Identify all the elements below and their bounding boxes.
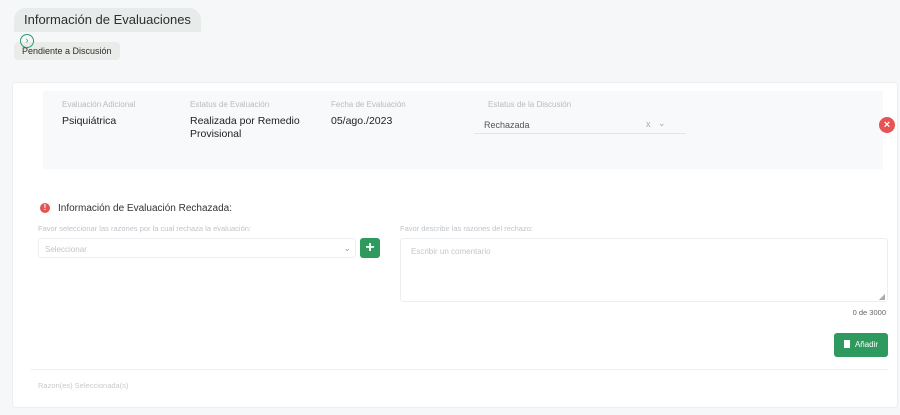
clear-icon[interactable]: x [646,119,651,129]
resize-handle-icon[interactable]: ◢ [879,292,885,301]
add-reason-button[interactable]: + [360,238,380,258]
document-icon [843,340,850,348]
page-title: Información de Evaluaciones [14,8,201,32]
evaluation-date-field: Fecha de Evaluación 05/ago./2023 [331,100,406,128]
field-label: Evaluación Adicional [62,100,136,109]
add-button-label: Añadir [854,340,879,349]
discussion-status-field: Estatus de la Discusión [488,100,571,109]
evaluation-status-field: Estatus de Evaluación Realizada por Reme… [190,100,320,141]
plus-icon: + [365,239,375,256]
divider [30,369,888,370]
alert-icon: ! [40,203,50,213]
field-value: Realizada por Remedio Provisional [190,115,300,140]
selected-reasons-label: Razon(es) Seleccionada(s) [38,381,129,390]
field-label: Fecha de Evaluación [331,100,406,109]
description-label: Favor describir las razones del rechazo: [400,224,533,233]
field-value: Psiquiátrica [62,115,117,127]
select-value: Rechazada [484,120,530,130]
description-textarea[interactable]: Escribir un comentario ◢ [400,238,888,302]
remove-circle-icon[interactable]: × [879,117,895,133]
additional-evaluation-field: Evaluación Adicional Psiquiátrica [62,100,135,128]
chevron-down-icon[interactable]: ⌄ [343,243,351,254]
expand-circle-icon[interactable]: › [20,34,34,48]
char-counter: 0 de 3000 [852,308,886,317]
reason-label: Favor seleccionar las razones por la cua… [38,224,252,233]
rejected-section-title: Información de Evaluación Rechazada: [58,203,232,214]
reason-select[interactable]: Seleccionar ⌄ [38,238,356,258]
description-placeholder: Escribir un comentario [411,247,491,256]
field-value: 05/ago./2023 [331,115,393,127]
field-label: Estatus de Evaluación [190,100,270,109]
evaluation-summary-row [43,91,883,169]
reason-placeholder: Seleccionar [45,245,87,254]
chevron-down-icon[interactable]: ⌄ [658,118,666,129]
discussion-status-select[interactable]: Rechazada x ⌄ [474,118,686,134]
add-button[interactable]: Añadir [834,333,888,357]
field-label: Estatus de la Discusión [488,100,572,109]
